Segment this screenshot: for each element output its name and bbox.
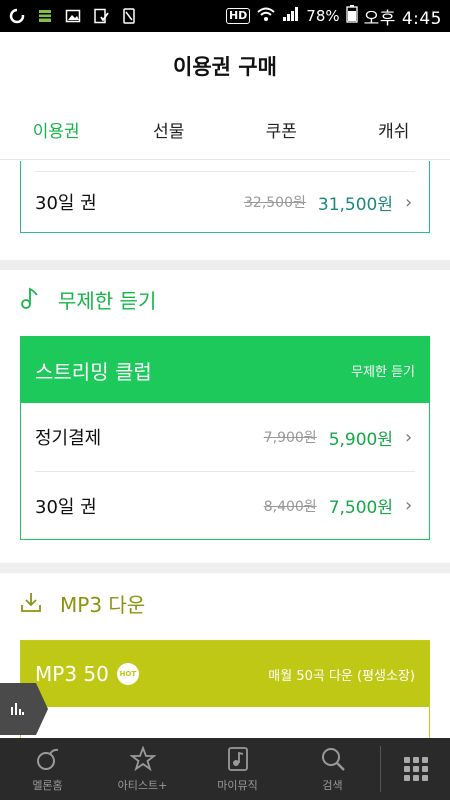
battery-percent: 78% xyxy=(306,7,340,25)
hd-indicator: HD xyxy=(225,8,251,24)
content-scroll[interactable]: 30일 권 32,500원 31,500원 › 무제한 듣기 스트리밍 클럽 무… xyxy=(0,161,450,738)
card-title: MP3 50 xyxy=(35,662,109,686)
card-header: 스트리밍 클럽 무제한 듣기 xyxy=(21,337,429,403)
chevron-right-icon: › xyxy=(405,495,413,516)
signal-icon xyxy=(282,6,300,26)
music-note-icon xyxy=(20,286,40,314)
pass-card: 30일 권 32,500원 31,500원 › xyxy=(20,161,430,233)
image-notification-icon xyxy=(64,7,82,25)
chevron-right-icon: › xyxy=(405,191,413,213)
mp3-card: MP3 50 HOT 매월 50곡 다운 (평생소장) xyxy=(20,640,430,738)
unlimited-section-header: 무제한 듣기 xyxy=(20,285,156,314)
download-icon xyxy=(20,591,42,617)
price: 31,500원 xyxy=(317,194,393,215)
section-title: 무제한 듣기 xyxy=(58,289,157,313)
card-subtitle: 매월 50곡 다운 (평생소장) xyxy=(268,668,415,684)
old-price: 32,500원 xyxy=(244,195,306,211)
streaming-club-card: 스트리밍 클럽 무제한 듣기 정기결제 7,900원 5,900원 › 30일 … xyxy=(20,336,430,540)
nav-search[interactable]: 검색 xyxy=(285,738,380,800)
battery-icon xyxy=(345,5,358,27)
price: 7,500원 xyxy=(328,498,393,518)
bottom-nav: 멜론홈 아티스트+ 마이뮤직 검색 xyxy=(0,738,450,800)
nav-label: 마이뮤직 xyxy=(217,779,258,792)
subscription-row[interactable]: 정기결제 7,900원 5,900원 › xyxy=(21,403,429,471)
hot-badge: HOT xyxy=(116,663,139,685)
old-price: 8,400원 xyxy=(263,498,317,515)
tab-pass[interactable]: 이용권 xyxy=(0,100,113,159)
wifi-icon xyxy=(256,6,276,26)
mp3-section-header: MP3 다운 xyxy=(20,589,145,618)
old-price: 7,900원 xyxy=(263,430,317,446)
section-divider xyxy=(0,563,450,573)
price: 5,900원 xyxy=(328,429,393,450)
nav-label: 검색 xyxy=(322,779,343,792)
thirty-day-label: 30일 권 xyxy=(35,496,97,518)
nav-my-music[interactable]: 마이뮤직 xyxy=(190,738,285,800)
app-notification-icon xyxy=(8,7,26,25)
app-header: 이용권 구매 xyxy=(0,32,450,100)
nav-melon-home[interactable]: 멜론홈 xyxy=(0,738,95,800)
grid-menu-icon xyxy=(403,757,428,781)
tab-coupon[interactable]: 쿠폰 xyxy=(225,100,338,159)
melon-icon xyxy=(34,745,62,773)
card-header: MP3 50 HOT 매월 50곡 다운 (평생소장) xyxy=(21,641,429,707)
subscription-label: 정기결제 xyxy=(35,428,102,449)
equalizer-icon xyxy=(10,700,24,719)
nav-label: 멜론홈 xyxy=(32,779,63,792)
tab-bar: 이용권 선물 쿠폰 캐쉬 xyxy=(0,100,450,160)
pass-label: 30일 권 xyxy=(35,193,97,214)
search-icon xyxy=(319,745,347,773)
nav-artist-plus[interactable]: 아티스트+ xyxy=(95,738,190,800)
card-title: 스트리밍 클럽 xyxy=(35,359,152,384)
nav-menu[interactable] xyxy=(381,738,450,800)
card-subtitle: 무제한 듣기 xyxy=(351,364,415,380)
thirty-day-row[interactable]: 30일 권 8,400원 7,500원 › xyxy=(35,471,415,539)
chevron-right-icon: › xyxy=(405,426,413,448)
tab-gift[interactable]: 선물 xyxy=(113,100,226,159)
section-title: MP3 다운 xyxy=(60,593,146,617)
section-divider xyxy=(0,260,450,270)
page-title: 이용권 구매 xyxy=(173,55,277,79)
list-notification-icon xyxy=(36,7,54,25)
nav-label: 아티스트+ xyxy=(117,779,168,792)
phone-icon xyxy=(120,7,138,25)
pass-row[interactable]: 30일 권 32,500원 31,500원 › xyxy=(21,172,429,232)
tab-cash[interactable]: 캐쉬 xyxy=(338,100,450,159)
music-note-icon xyxy=(224,745,252,773)
star-icon xyxy=(129,745,157,773)
status-bar: HD 78% 오후 4:45 xyxy=(0,0,450,32)
download-done-icon xyxy=(92,7,110,25)
clock: 오후 4:45 xyxy=(363,8,442,29)
